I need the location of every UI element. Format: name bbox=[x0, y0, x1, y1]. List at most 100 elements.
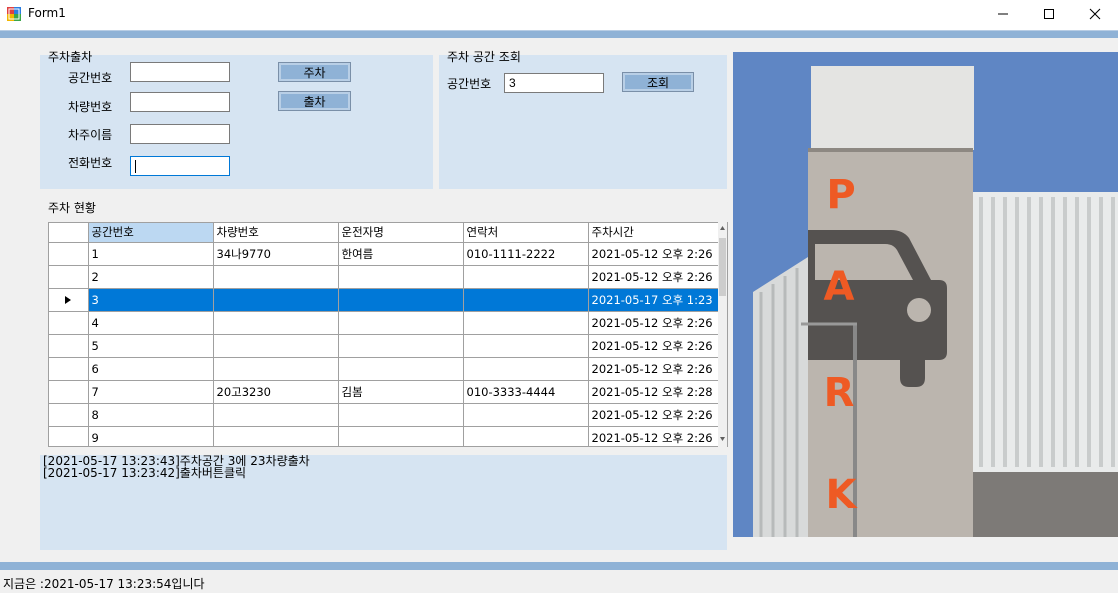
table-row[interactable]: 5 2021-05-12 오후 2:26 bbox=[49, 334, 719, 358]
cell-space[interactable]: 1 bbox=[88, 242, 214, 266]
maximize-button[interactable] bbox=[1026, 0, 1072, 28]
close-icon bbox=[1089, 8, 1101, 20]
grid-vertical-scrollbar[interactable] bbox=[718, 222, 727, 447]
phone-number-input[interactable] bbox=[130, 156, 230, 176]
cell-space[interactable]: 4 bbox=[88, 311, 214, 335]
close-button[interactable] bbox=[1072, 0, 1118, 28]
cell-time[interactable]: 2021-05-12 오후 2:26 bbox=[588, 357, 719, 381]
column-header-car[interactable]: 차량번호 bbox=[213, 223, 339, 243]
letter-a: A bbox=[824, 264, 855, 310]
column-header-time[interactable]: 주차시간 bbox=[588, 223, 719, 243]
text-caret bbox=[135, 160, 136, 173]
cell-driver[interactable] bbox=[338, 403, 464, 427]
table-row[interactable]: 9 2021-05-12 오후 2:26 bbox=[49, 426, 719, 446]
table-row[interactable]: 4 2021-05-12 오후 2:26 bbox=[49, 311, 719, 335]
cell-car[interactable]: 20고3230 bbox=[213, 380, 339, 404]
cell-space[interactable]: 6 bbox=[88, 357, 214, 381]
table-row[interactable]: 7 20고3230 김봄 010-3333-4444 2021-05-12 오후 2:2… bbox=[49, 380, 719, 404]
row-header[interactable] bbox=[49, 380, 89, 404]
cell-driver[interactable] bbox=[338, 357, 464, 381]
column-header-space[interactable]: 공간번호 bbox=[88, 223, 214, 243]
grid-corner-header[interactable] bbox=[49, 223, 89, 243]
cell-car[interactable]: 34나9770 bbox=[213, 242, 339, 266]
cell-car[interactable] bbox=[213, 334, 339, 358]
cell-contact[interactable] bbox=[463, 357, 589, 381]
cell-contact[interactable]: 010-3333-4444 bbox=[463, 380, 589, 404]
row-header[interactable] bbox=[49, 288, 89, 312]
table-row[interactable]: 1 34나9770 한여름 010-1111-2222 2021-05-12 오후 2:… bbox=[49, 242, 719, 266]
parking-grid[interactable]: 공간번호 차량번호 운전자명 연락처 주차시간 1 34나9770 한여름 010-1… bbox=[48, 222, 728, 447]
lookup-button[interactable]: 조회 bbox=[622, 72, 694, 92]
cell-contact[interactable] bbox=[463, 334, 589, 358]
minimize-icon bbox=[998, 13, 1008, 15]
cell-driver[interactable]: 김봄 bbox=[338, 380, 464, 404]
cell-car[interactable] bbox=[213, 426, 339, 446]
cell-driver[interactable] bbox=[338, 288, 464, 312]
parking-building-photo: P A R K bbox=[733, 52, 1118, 537]
row-header[interactable] bbox=[49, 242, 89, 266]
cell-time[interactable]: 2021-05-12 오후 2:26 bbox=[588, 311, 719, 335]
row-header[interactable] bbox=[49, 403, 89, 427]
row-header[interactable] bbox=[49, 426, 89, 446]
current-row-arrow-icon bbox=[65, 295, 72, 304]
log-line: [2021-05-17 13:23:42]출차버튼클릭 bbox=[43, 466, 247, 480]
scroll-down-icon[interactable] bbox=[719, 436, 726, 442]
cell-space[interactable]: 9 bbox=[88, 426, 214, 446]
cell-time[interactable]: 2021-05-17 오후 1:23 bbox=[588, 288, 719, 312]
cell-contact[interactable] bbox=[463, 403, 589, 427]
cell-driver[interactable] bbox=[338, 426, 464, 446]
maximize-icon bbox=[1044, 9, 1054, 19]
app-icon bbox=[7, 7, 21, 21]
table-row[interactable]: 8 2021-05-12 오후 2:26 bbox=[49, 403, 719, 427]
current-time-label: 지금은 :2021-05-17 13:23:54입니다 bbox=[3, 577, 205, 591]
exit-button[interactable]: 출차 bbox=[278, 91, 351, 111]
scroll-thumb[interactable] bbox=[719, 238, 726, 296]
owner-name-input[interactable] bbox=[130, 124, 230, 144]
cell-driver[interactable]: 한여름 bbox=[338, 242, 464, 266]
cell-driver[interactable] bbox=[338, 334, 464, 358]
park-button[interactable]: 주차 bbox=[278, 62, 351, 82]
cell-space[interactable]: 2 bbox=[88, 265, 214, 289]
cell-car[interactable] bbox=[213, 403, 339, 427]
letter-k: K bbox=[826, 472, 859, 518]
cell-contact[interactable]: 010-1111-2222 bbox=[463, 242, 589, 266]
row-header[interactable] bbox=[49, 265, 89, 289]
minimize-button[interactable] bbox=[980, 0, 1026, 28]
lookup-space-input[interactable] bbox=[504, 73, 604, 93]
space-number-input[interactable] bbox=[130, 62, 230, 82]
cell-time[interactable]: 2021-05-12 오후 2:26 bbox=[588, 334, 719, 358]
table-row[interactable]: 3 2021-05-17 오후 1:23 bbox=[49, 288, 719, 312]
table-row[interactable]: 2 2021-05-12 오후 2:26 bbox=[49, 265, 719, 289]
cell-time[interactable]: 2021-05-12 오후 2:26 bbox=[588, 265, 719, 289]
column-header-contact[interactable]: 연락처 bbox=[463, 223, 589, 243]
cell-contact[interactable] bbox=[463, 265, 589, 289]
cell-car[interactable] bbox=[213, 265, 339, 289]
row-header[interactable] bbox=[49, 357, 89, 381]
grid-header-row: 공간번호 차량번호 운전자명 연락처 주차시간 bbox=[49, 223, 719, 243]
car-number-input[interactable] bbox=[130, 92, 230, 112]
cell-contact[interactable] bbox=[463, 311, 589, 335]
cell-time[interactable]: 2021-05-12 오후 2:26 bbox=[588, 426, 719, 446]
cell-space[interactable]: 3 bbox=[88, 288, 214, 312]
cell-contact[interactable] bbox=[463, 288, 589, 312]
row-header[interactable] bbox=[49, 311, 89, 335]
cell-car[interactable] bbox=[213, 357, 339, 381]
column-header-driver[interactable]: 운전자명 bbox=[338, 223, 464, 243]
scroll-up-icon[interactable] bbox=[719, 225, 726, 231]
row-header[interactable] bbox=[49, 334, 89, 358]
cell-driver[interactable] bbox=[338, 311, 464, 335]
table-row[interactable]: 6 2021-05-12 오후 2:26 bbox=[49, 357, 719, 381]
car-number-label: 차량번호 bbox=[68, 100, 113, 114]
cell-space[interactable]: 5 bbox=[88, 334, 214, 358]
cell-car[interactable] bbox=[213, 311, 339, 335]
cell-space[interactable]: 8 bbox=[88, 403, 214, 427]
parking-group-title: 주차출차 bbox=[48, 50, 93, 64]
cell-car[interactable] bbox=[213, 288, 339, 312]
cell-time[interactable]: 2021-05-12 오후 2:28 bbox=[588, 380, 719, 404]
cell-contact[interactable] bbox=[463, 426, 589, 446]
log-listbox[interactable]: [2021-05-17 13:23:43]주차공간 3에 23차량출차 [202… bbox=[40, 455, 727, 550]
cell-space[interactable]: 7 bbox=[88, 380, 214, 404]
cell-driver[interactable] bbox=[338, 265, 464, 289]
cell-time[interactable]: 2021-05-12 오후 2:26 bbox=[588, 242, 719, 266]
cell-time[interactable]: 2021-05-12 오후 2:26 bbox=[588, 403, 719, 427]
